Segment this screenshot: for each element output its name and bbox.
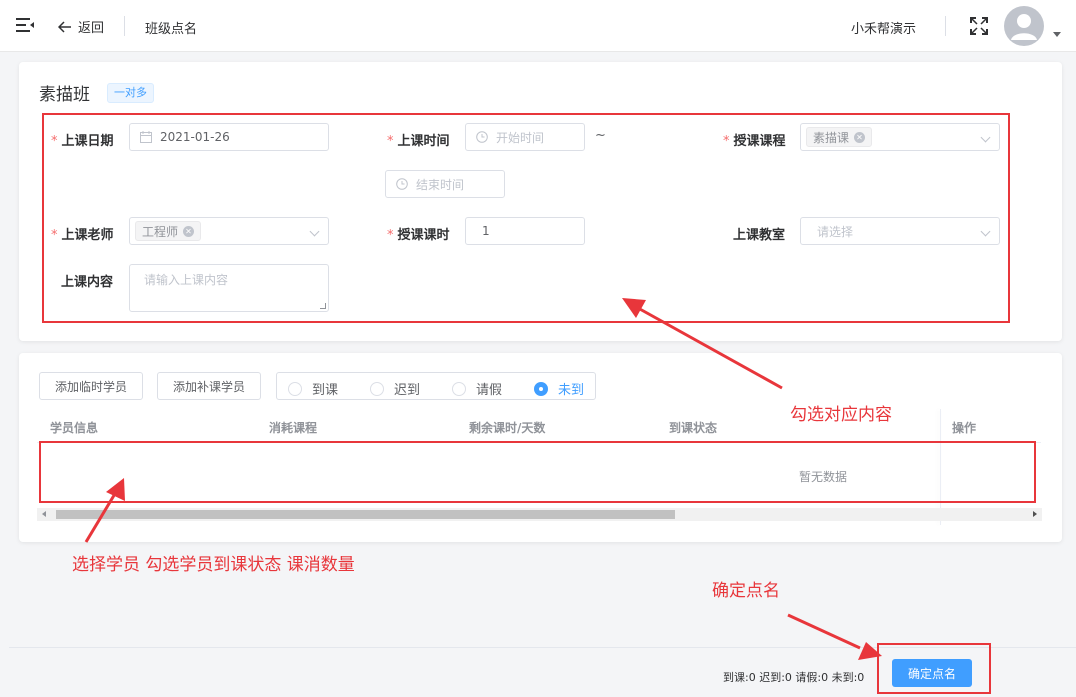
form-annotation: 勾选对应内容 xyxy=(790,405,892,425)
scroll-left-icon[interactable] xyxy=(42,511,46,517)
form-highlight-box xyxy=(42,113,1010,323)
divider xyxy=(945,16,946,36)
caret-down-icon[interactable] xyxy=(1053,32,1061,37)
add-makeup-student-button[interactable]: 添加补课学员 xyxy=(157,372,261,400)
avatar[interactable] xyxy=(1004,6,1044,46)
menu-collapse-icon[interactable] xyxy=(16,17,34,33)
scrollbar-thumb[interactable] xyxy=(56,510,675,519)
add-temp-student-button[interactable]: 添加临时学员 xyxy=(39,372,143,400)
radio-label: 到课 xyxy=(312,383,339,398)
student-annotation: 选择学员 勾选学员到课状态 课消数量 xyxy=(72,555,355,575)
user-icon xyxy=(1011,14,1037,40)
confirm-highlight-box xyxy=(877,643,991,694)
fullscreen-icon[interactable] xyxy=(970,17,988,35)
radio-label: 未到 xyxy=(558,383,585,398)
radio-label: 迟到 xyxy=(394,383,421,398)
attendance-status-radio-group: 到课 迟到 请假 未到 xyxy=(276,372,596,400)
arrow-line xyxy=(787,613,861,650)
class-name: 素描班 xyxy=(39,85,90,105)
divider xyxy=(124,16,125,36)
radio-late[interactable]: 迟到 xyxy=(370,379,420,398)
radio-dot xyxy=(370,381,384,396)
radio-leave[interactable]: 请假 xyxy=(452,379,502,398)
radio-absent[interactable]: 未到 xyxy=(534,379,584,398)
confirm-annotation: 确定点名 xyxy=(712,581,780,601)
column-header: 到课状态 xyxy=(669,421,718,435)
radio-dot xyxy=(452,381,466,396)
top-bar: 返回 班级点名 小禾帮演示 xyxy=(0,0,1076,52)
org-name[interactable]: 小禾帮演示 xyxy=(851,18,916,37)
column-header: 操作 xyxy=(952,421,977,435)
radio-dot xyxy=(534,381,548,396)
horizontal-scrollbar[interactable] xyxy=(37,508,1042,521)
arrow-left-icon xyxy=(58,20,71,33)
column-header: 学员信息 xyxy=(50,421,99,435)
table-highlight-box xyxy=(39,441,1036,503)
scroll-right-icon[interactable] xyxy=(1033,511,1037,517)
radio-label: 请假 xyxy=(476,383,503,398)
breadcrumb: 班级点名 xyxy=(145,22,198,37)
column-header: 剩余课时/天数 xyxy=(469,421,546,435)
back-label: 返回 xyxy=(78,21,105,36)
attendance-stats: 到课:0 迟到:0 请假:0 未到:0 xyxy=(723,671,865,684)
class-type-tag: 一对多 xyxy=(107,83,154,103)
radio-dot xyxy=(288,381,302,396)
back-button[interactable]: 返回 xyxy=(58,17,104,36)
column-header: 消耗课程 xyxy=(269,421,318,435)
radio-present[interactable]: 到课 xyxy=(288,379,338,398)
